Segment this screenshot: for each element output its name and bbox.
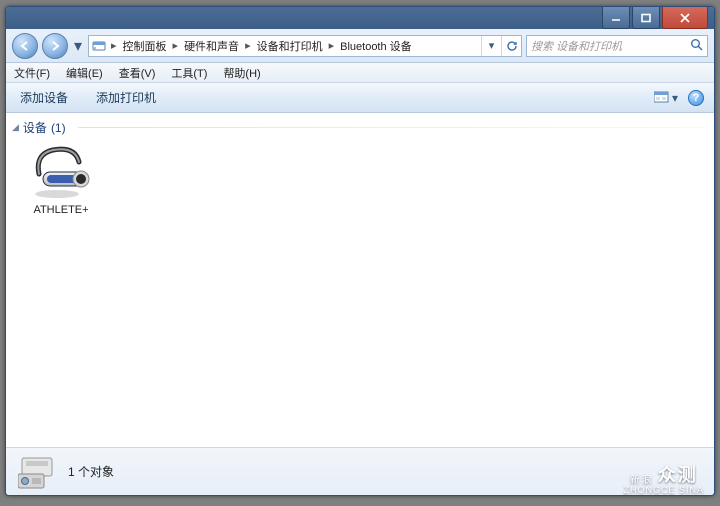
chevron-right-icon[interactable]: ▸	[171, 36, 181, 56]
device-name: ATHLETE+	[33, 204, 88, 216]
explorer-window: ▾ ▸ 控制面板 ▸ 硬件和声音 ▸ 设备和打印机 ▸ Bluetooth 设备…	[5, 6, 715, 496]
bluetooth-headset-icon	[29, 144, 93, 200]
collapse-icon: ◢	[12, 122, 19, 133]
chevron-right-icon[interactable]: ▸	[327, 36, 337, 56]
address-dropdown[interactable]: ▾	[481, 36, 501, 56]
command-bar: 添加设备 添加打印机 ▾ ?	[6, 83, 714, 113]
location-icon	[89, 39, 109, 53]
chevron-down-icon: ▾	[672, 91, 678, 105]
nav-row: ▾ ▸ 控制面板 ▸ 硬件和声音 ▸ 设备和打印机 ▸ Bluetooth 设备…	[6, 29, 714, 63]
group-count: (1)	[51, 121, 66, 135]
chevron-right-icon[interactable]: ▸	[243, 36, 253, 56]
refresh-button[interactable]	[501, 36, 521, 56]
search-placeholder: 搜索 设备和打印机	[531, 38, 622, 54]
device-item[interactable]: ATHLETE+	[16, 144, 106, 216]
breadcrumb-hardware-sound[interactable]: 硬件和声音	[180, 36, 243, 56]
address-bar[interactable]: ▸ 控制面板 ▸ 硬件和声音 ▸ 设备和打印机 ▸ Bluetooth 设备 ▾	[88, 35, 522, 57]
details-icon	[18, 454, 58, 490]
details-pane: 1 个对象	[6, 447, 714, 495]
watermark: 新浪 众测 ZHONGCE SINA	[623, 466, 704, 496]
forward-button[interactable]	[42, 33, 68, 59]
device-list: ATHLETE+	[6, 138, 714, 222]
back-button[interactable]	[12, 33, 38, 59]
group-divider	[78, 127, 706, 128]
search-icon	[690, 38, 703, 54]
close-button[interactable]	[662, 7, 708, 29]
view-options-button[interactable]: ▾	[654, 91, 678, 105]
menu-file[interactable]: 文件(F)	[6, 65, 58, 81]
maximize-button[interactable]	[632, 7, 660, 29]
menu-edit[interactable]: 编辑(E)	[58, 65, 111, 81]
breadcrumb-devices-printers[interactable]: 设备和打印机	[253, 36, 327, 56]
group-header-devices[interactable]: ◢ 设备 (1)	[6, 113, 714, 138]
breadcrumb-control-panel[interactable]: 控制面板	[119, 36, 171, 56]
content-area: ◢ 设备 (1)	[6, 113, 714, 447]
nav-history-dropdown[interactable]: ▾	[72, 36, 84, 56]
menu-view[interactable]: 查看(V)	[111, 65, 164, 81]
add-printer-button[interactable]: 添加打印机	[82, 89, 170, 106]
menu-tools[interactable]: 工具(T)	[163, 65, 215, 81]
menu-bar: 文件(F) 编辑(E) 查看(V) 工具(T) 帮助(H)	[6, 63, 714, 83]
chevron-right-icon[interactable]: ▸	[109, 36, 119, 56]
details-count: 1 个对象	[68, 463, 114, 480]
breadcrumb-bluetooth[interactable]: Bluetooth 设备	[336, 36, 416, 56]
help-button[interactable]: ?	[688, 90, 704, 106]
search-input[interactable]: 搜索 设备和打印机	[526, 35, 708, 57]
minimize-button[interactable]	[602, 7, 630, 29]
group-label: 设备	[23, 119, 47, 136]
add-device-button[interactable]: 添加设备	[6, 89, 82, 106]
titlebar	[6, 7, 714, 29]
menu-help[interactable]: 帮助(H)	[215, 65, 268, 81]
